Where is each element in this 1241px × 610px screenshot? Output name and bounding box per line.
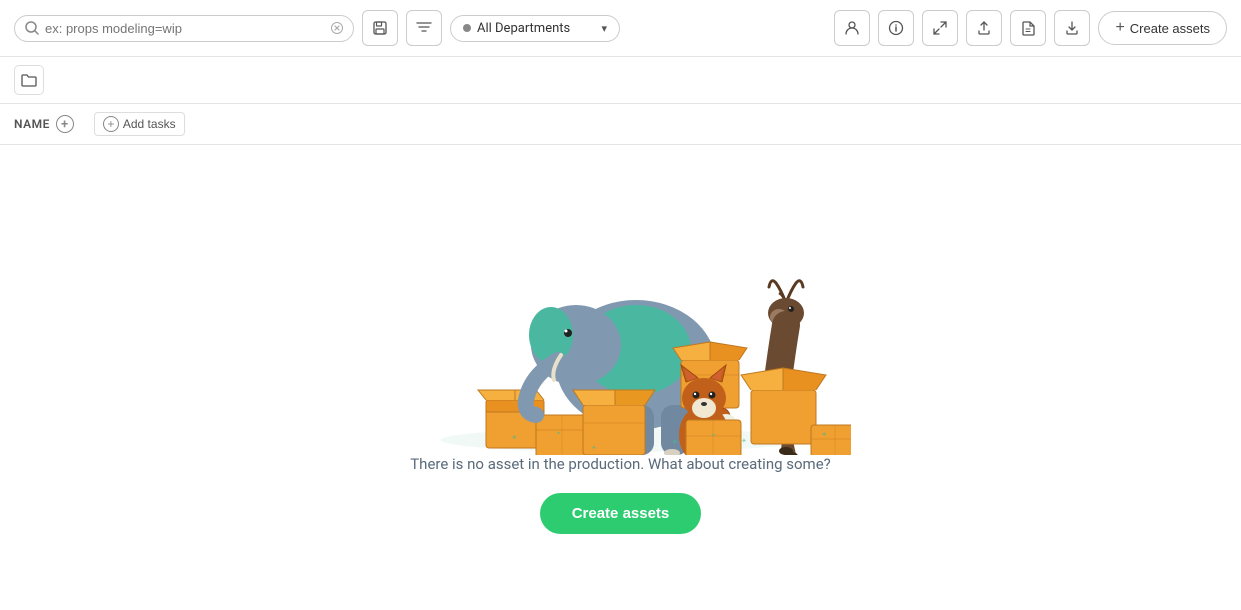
empty-state: ✦ ✦ ✦ ✦ ✦ ✦ ✦ There is no asset in the p…: [0, 145, 1241, 574]
expand-button[interactable]: [922, 10, 958, 46]
search-input[interactable]: [45, 21, 325, 36]
dept-label: All Departments: [477, 21, 595, 36]
upload-icon: [976, 20, 992, 36]
person-icon: [844, 20, 860, 36]
folder-button[interactable]: [14, 65, 44, 95]
svg-text:✦: ✦: [711, 432, 716, 439]
upload-button[interactable]: [966, 10, 1002, 46]
info-button[interactable]: [878, 10, 914, 46]
save-search-icon: [372, 20, 388, 36]
download-icon: [1064, 20, 1080, 36]
add-tasks-label: Add tasks: [123, 117, 176, 131]
download-button[interactable]: [1054, 10, 1090, 46]
chevron-down-icon: ▾: [601, 22, 607, 35]
create-assets-cta-label: Create assets: [572, 505, 670, 522]
search-box: [14, 15, 354, 42]
dept-status-dot: [463, 24, 471, 32]
create-assets-label: Create assets: [1130, 21, 1210, 36]
svg-text:✦: ✦: [741, 437, 747, 445]
second-row: [0, 57, 1241, 104]
empty-message: There is no asset in the production. Wha…: [410, 455, 831, 473]
filter-icon: [416, 21, 432, 35]
create-assets-cta-button[interactable]: Create assets: [540, 493, 702, 534]
info-icon: [888, 20, 904, 36]
toolbar: All Departments ▾: [0, 0, 1241, 57]
name-column-header: NAME +: [14, 115, 74, 133]
name-column-label: NAME: [14, 117, 50, 131]
add-tasks-button[interactable]: + Add tasks: [94, 112, 185, 136]
plus-icon: +: [1115, 19, 1124, 37]
add-name-column-button[interactable]: +: [56, 115, 74, 133]
svg-text:✦: ✦: [821, 430, 828, 439]
file-icon: [1020, 20, 1036, 36]
create-assets-button[interactable]: + Create assets: [1098, 11, 1227, 45]
department-dropdown[interactable]: All Departments ▾: [450, 15, 620, 42]
svg-text:✦: ✦: [671, 438, 679, 448]
folder-icon: [21, 73, 37, 87]
svg-text:✦: ✦: [591, 444, 597, 452]
save-search-button[interactable]: [362, 10, 398, 46]
person-button[interactable]: [834, 10, 870, 46]
expand-icon: [932, 20, 948, 36]
svg-text:✦: ✦: [511, 433, 518, 442]
table-header: NAME + + Add tasks: [0, 104, 1241, 145]
svg-text:✦: ✦: [556, 430, 561, 437]
clear-icon[interactable]: [331, 22, 343, 34]
empty-illustration: ✦ ✦ ✦ ✦ ✦ ✦ ✦: [391, 165, 851, 455]
plus-circle-icon: +: [103, 116, 119, 132]
file-button[interactable]: [1010, 10, 1046, 46]
filter-button[interactable]: [406, 10, 442, 46]
search-icon: [25, 21, 39, 35]
